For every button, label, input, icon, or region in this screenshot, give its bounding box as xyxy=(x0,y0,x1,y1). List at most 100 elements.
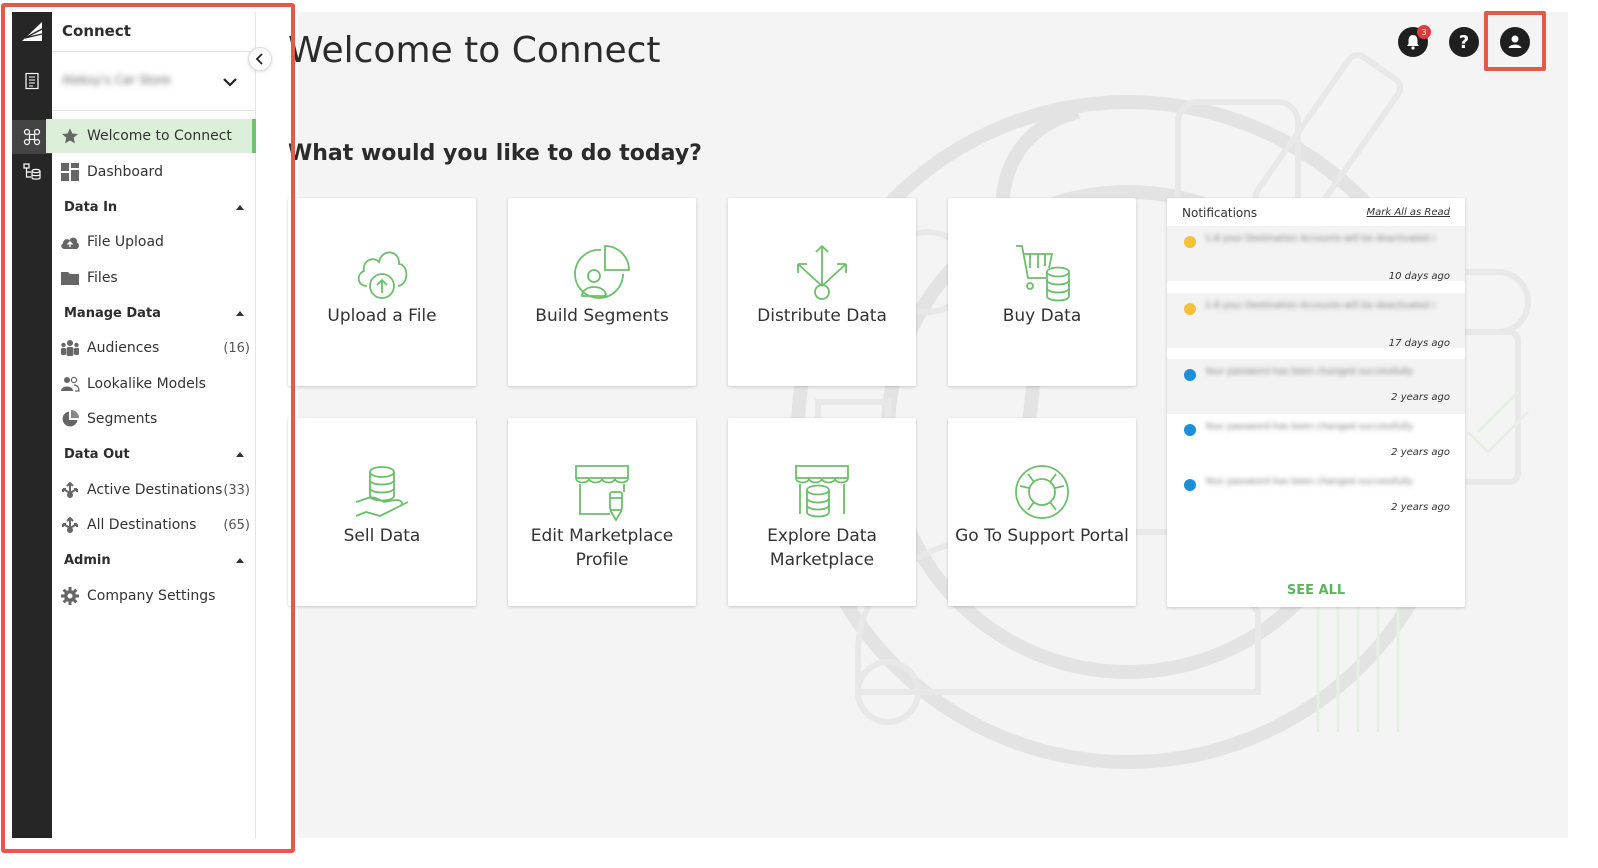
lookalike-icon xyxy=(60,374,80,394)
notification-item[interactable]: 1-8 your Destination Accounts will be de… xyxy=(1167,293,1465,349)
notification-text: Your password has been changed successfu… xyxy=(1205,367,1413,377)
notification-item[interactable]: Your password has been changed successfu… xyxy=(1167,414,1465,469)
sidebar-item-all-destinations[interactable]: All Destinations (65) xyxy=(52,508,256,542)
item-count: (65) xyxy=(223,517,250,533)
tile-explore-data-marketplace[interactable]: Explore Data Marketplace xyxy=(728,418,916,606)
database-tree-icon xyxy=(23,163,41,180)
logo-icon xyxy=(22,22,43,41)
storefront-database-icon xyxy=(795,465,849,518)
sidebar-item-label: Segments xyxy=(87,411,158,427)
tile-build-segments[interactable]: Build Segments xyxy=(508,198,696,386)
caret-up-icon xyxy=(236,204,244,210)
app-logo[interactable] xyxy=(12,12,52,52)
caret-up-icon xyxy=(236,557,244,563)
sidebar-item-company-settings[interactable]: Company Settings xyxy=(52,579,256,613)
help-button[interactable]: ? xyxy=(1449,27,1479,57)
distribute-icon xyxy=(797,244,847,300)
sidebar-item-label: Files xyxy=(87,270,118,286)
sidebar-item-label: Company Settings xyxy=(87,588,216,604)
sidebar: Connect Aleksy's Car Store Welcome to Co… xyxy=(46,12,256,838)
rail-data-button[interactable] xyxy=(12,155,52,189)
account-selector[interactable]: Aleksy's Car Store xyxy=(52,52,256,110)
tile-label: Edit Marketplace Profile xyxy=(530,526,674,570)
profile-button[interactable] xyxy=(1500,27,1530,57)
see-all-link[interactable]: SEE ALL xyxy=(1167,583,1465,598)
lifebuoy-icon xyxy=(1015,465,1069,519)
chevron-left-icon xyxy=(255,53,263,65)
sidebar-item-dashboard[interactable]: Dashboard xyxy=(52,155,256,189)
storefront-edit-icon xyxy=(575,465,629,522)
dashboard-icon xyxy=(60,162,80,182)
caret-up-icon xyxy=(236,451,244,457)
people-icon xyxy=(60,338,80,358)
tile-label: Sell Data xyxy=(343,526,421,546)
help-icon: ? xyxy=(1458,31,1470,53)
notification-time: 10 days ago xyxy=(1388,271,1450,282)
item-count: (33) xyxy=(223,482,250,498)
sidebar-item-lookalike-models[interactable]: Lookalike Models xyxy=(52,367,256,401)
hand-database-icon xyxy=(355,466,409,517)
gear-icon xyxy=(60,586,80,606)
sidebar-app-title: Connect xyxy=(62,22,131,40)
distribute-icon xyxy=(60,515,80,535)
notification-item[interactable]: Your password has been changed successfu… xyxy=(1167,359,1465,414)
notification-time: 2 years ago xyxy=(1391,502,1450,513)
sidebar-item-file-upload[interactable]: File Upload xyxy=(52,225,256,259)
page-title: Welcome to Connect xyxy=(288,30,661,71)
tile-upload-file[interactable]: Upload a File xyxy=(288,198,476,386)
command-icon xyxy=(23,128,41,146)
tile-distribute-data[interactable]: Distribute Data xyxy=(728,198,916,386)
notification-item[interactable]: Your password has been changed successfu… xyxy=(1167,469,1465,524)
section-title: Admin xyxy=(64,552,111,568)
account-name: Aleksy's Car Store xyxy=(62,73,171,87)
folder-icon xyxy=(60,268,80,288)
info-icon xyxy=(1184,369,1196,381)
sidebar-item-label: Active Destinations xyxy=(87,482,223,498)
info-icon xyxy=(1184,424,1196,436)
info-icon xyxy=(1184,479,1196,491)
cloud-upload-icon xyxy=(357,251,408,299)
pie-icon xyxy=(60,409,80,429)
sidebar-item-segments[interactable]: Segments xyxy=(52,402,256,436)
sidebar-item-label: File Upload xyxy=(87,234,164,250)
caret-up-icon xyxy=(236,310,244,316)
distribute-icon xyxy=(60,480,80,500)
mark-all-read-link[interactable]: Mark All as Read xyxy=(1366,207,1450,218)
item-count: (16) xyxy=(223,340,250,356)
sidebar-item-label: All Destinations xyxy=(87,517,197,533)
tile-buy-data[interactable]: Buy Data xyxy=(948,198,1136,386)
chevron-down-icon xyxy=(223,78,237,87)
section-title: Data Out xyxy=(64,446,130,462)
sidebar-item-audiences[interactable]: Audiences (16) xyxy=(52,331,256,365)
tile-label: Explore Data Marketplace xyxy=(767,526,877,570)
warning-icon xyxy=(1184,236,1196,248)
notification-time: 2 years ago xyxy=(1391,392,1450,403)
tile-sell-data[interactable]: Sell Data xyxy=(288,418,476,606)
notification-item[interactable]: 1-8 your Destination Accounts will be de… xyxy=(1167,226,1465,282)
section-title: Data In xyxy=(64,199,118,215)
sidebar-item-label: Lookalike Models xyxy=(87,376,206,392)
sidebar-item-active-destinations[interactable]: Active Destinations (33) xyxy=(52,473,256,507)
rail-documents-button[interactable] xyxy=(12,64,52,98)
tile-label: Go To Support Portal xyxy=(955,526,1129,546)
sidebar-item-label: Audiences xyxy=(87,340,160,356)
tile-edit-marketplace-profile[interactable]: Edit Marketplace Profile xyxy=(508,418,696,606)
section-manage-data[interactable]: Manage Data xyxy=(64,303,244,323)
notifications-panel: Notifications Mark All as Read 1-8 your … xyxy=(1167,198,1465,607)
section-data-out[interactable]: Data Out xyxy=(64,444,244,464)
notification-time: 2 years ago xyxy=(1391,447,1450,458)
divider xyxy=(52,110,256,111)
notifications-title: Notifications xyxy=(1182,206,1258,220)
cart-database-icon xyxy=(1016,245,1070,302)
sidebar-item-welcome[interactable]: Welcome to Connect xyxy=(46,119,256,153)
notification-text: Your password has been changed successfu… xyxy=(1205,422,1413,432)
section-data-in[interactable]: Data In xyxy=(64,197,244,217)
collapse-sidebar-button[interactable] xyxy=(248,47,272,71)
section-admin[interactable]: Admin xyxy=(64,550,244,570)
sidebar-item-files[interactable]: Files xyxy=(52,261,256,295)
document-icon xyxy=(25,72,39,90)
tile-support-portal[interactable]: Go To Support Portal xyxy=(948,418,1136,606)
warning-icon xyxy=(1184,303,1196,315)
notification-text: 1-8 your Destination Accounts will be de… xyxy=(1205,234,1435,244)
notifications-list: 1-8 your Destination Accounts will be de… xyxy=(1167,226,1465,556)
